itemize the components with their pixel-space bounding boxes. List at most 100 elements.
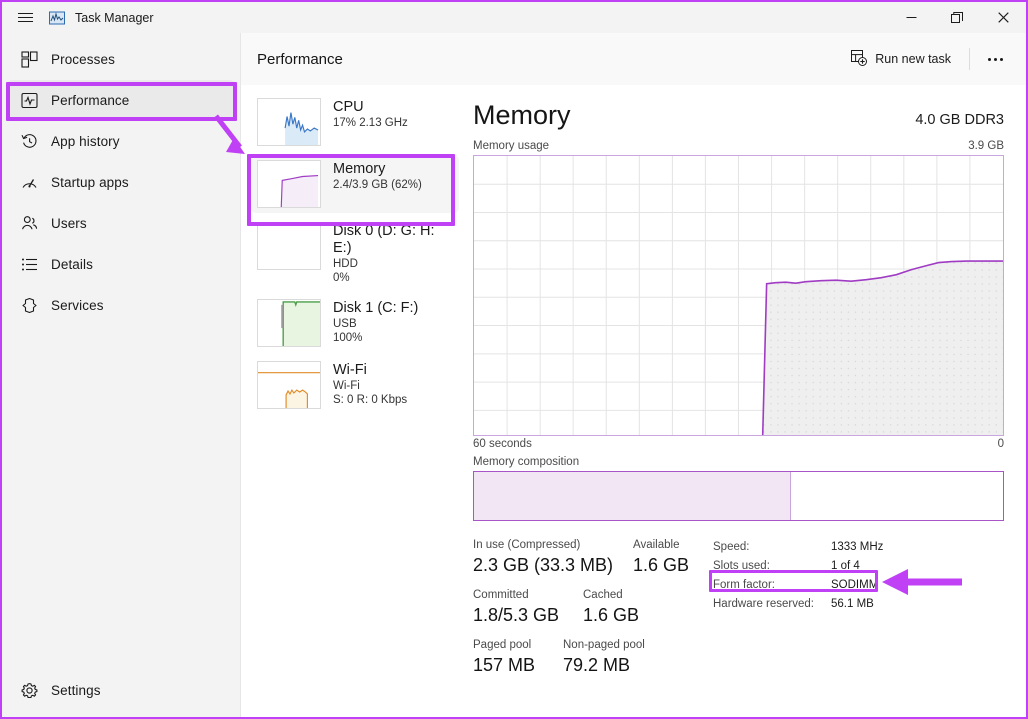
hamburger-menu-icon[interactable]: [2, 2, 48, 33]
sidebar-item-services[interactable]: Services: [7, 285, 235, 325]
resource-sub2: 100%: [333, 331, 418, 345]
resource-text: Disk 1 (C: F:) USB 100%: [333, 299, 418, 347]
services-icon: [7, 297, 51, 314]
window-body: Processes Performance: [2, 33, 1026, 717]
resource-item-memory[interactable]: Memory 2.4/3.9 GB (62%): [251, 155, 459, 213]
maximize-restore-icon[interactable]: [934, 2, 980, 33]
cpu-sparkline: [257, 98, 321, 146]
stat-in-use: In use (Compressed) 2.3 GB (33.3 MB): [473, 538, 633, 577]
stat-key: Form factor:: [713, 576, 831, 595]
resource-sub: USB: [333, 317, 418, 331]
memory-usage-label: Memory usage: [473, 140, 549, 152]
sidebar-item-users[interactable]: Users: [7, 203, 235, 243]
memory-composition-bar: [473, 471, 1004, 521]
memory-title: Memory: [473, 99, 571, 131]
users-icon: [7, 215, 51, 232]
stat-hardware-reserved: Hardware reserved: 56.1 MB: [713, 595, 883, 614]
stat-key: Hardware reserved:: [713, 595, 831, 614]
stat-value: 2.3 GB (33.3 MB): [473, 553, 633, 577]
resource-text: Wi-Fi Wi-Fi S: 0 R: 0 Kbps: [333, 361, 407, 409]
content-area: Performance: [240, 33, 1026, 717]
resource-name: Memory: [333, 161, 422, 178]
memory-stats-left: In use (Compressed) 2.3 GB (33.3 MB) Ava…: [473, 538, 709, 688]
resource-sub2: S: 0 R: 0 Kbps: [333, 393, 407, 407]
stats-row: Paged pool 157 MB Non-paged pool 79.2 MB: [473, 638, 709, 677]
disk0-sparkline: [257, 222, 321, 270]
stat-value: 1 of 4: [831, 557, 860, 576]
stat-cached: Cached 1.6 GB: [583, 588, 639, 627]
resource-item-disk1[interactable]: Disk 1 (C: F:) USB 100%: [251, 294, 459, 352]
stat-value: 79.2 MB: [563, 653, 645, 677]
memory-detail-pane: Memory 4.0 GB DDR3 Memory usage 3.9 GB: [459, 85, 1026, 717]
resource-name: Disk 0 (D: G: H: E:): [333, 223, 453, 257]
close-icon[interactable]: [980, 2, 1026, 33]
window-title: Task Manager: [75, 11, 154, 25]
resource-list: CPU 17% 2.13 GHz Memory: [241, 85, 459, 717]
resource-sub: 17% 2.13 GHz: [333, 116, 408, 130]
memory-usage-chart: [474, 156, 1003, 436]
resource-sub: HDD: [333, 257, 453, 271]
sidebar-item-performance[interactable]: Performance: [7, 80, 235, 120]
toolbar-divider: [969, 48, 970, 70]
content-toolbar: Performance: [241, 33, 1026, 85]
stat-value: 1.6 GB: [633, 553, 689, 577]
task-manager-icon: [48, 9, 66, 27]
resource-sub: Wi-Fi: [333, 379, 407, 393]
usage-labels: Memory usage 3.9 GB: [473, 140, 1004, 152]
run-new-task-button[interactable]: Run new task: [841, 43, 961, 75]
sidebar-item-label: Processes: [51, 52, 115, 67]
stat-value: SODIMM: [831, 576, 878, 595]
memory-usage-graph: [473, 155, 1004, 436]
more-options-icon[interactable]: [978, 43, 1012, 75]
memory-sparkline: [257, 160, 321, 208]
memory-stats-right: Speed: 1333 MHz Slots used: 1 of 4 Form …: [709, 538, 883, 688]
axis-label-right: 0: [998, 438, 1004, 450]
stat-value: 1.8/5.3 GB: [473, 603, 583, 627]
stat-value: 56.1 MB: [831, 595, 874, 614]
sidebar-item-details[interactable]: Details: [7, 244, 235, 284]
app-history-icon: [7, 133, 51, 150]
composition-used-segment: [474, 472, 791, 520]
resource-text: Disk 0 (D: G: H: E:) HDD 0%: [333, 222, 453, 285]
sidebar-item-app-history[interactable]: App history: [7, 121, 235, 161]
resource-sub: 2.4/3.9 GB (62%): [333, 178, 422, 192]
sidebar-item-label: Services: [51, 298, 104, 313]
stat-label: Available: [633, 538, 689, 553]
startup-apps-icon: [7, 174, 51, 191]
stat-speed: Speed: 1333 MHz: [713, 538, 883, 557]
resource-name: Disk 1 (C: F:): [333, 300, 418, 317]
task-manager-window: Task Manager: [0, 0, 1028, 719]
minimize-icon[interactable]: [888, 2, 934, 33]
stat-key: Slots used:: [713, 557, 831, 576]
resource-item-disk0[interactable]: Disk 0 (D: G: H: E:) HDD 0%: [251, 217, 459, 290]
disk1-sparkline: [257, 299, 321, 347]
sidebar-item-processes[interactable]: Processes: [7, 39, 235, 79]
sidebar-bottom: Settings: [2, 670, 240, 717]
resource-sub2: 0%: [333, 271, 453, 285]
resource-text: Memory 2.4/3.9 GB (62%): [333, 160, 422, 208]
sidebar-item-startup-apps[interactable]: Startup apps: [7, 162, 235, 202]
memory-stats: In use (Compressed) 2.3 GB (33.3 MB) Ava…: [473, 538, 1004, 688]
stat-available: Available 1.6 GB: [633, 538, 689, 577]
page-title: Performance: [257, 51, 343, 68]
stat-value: 1.6 GB: [583, 603, 639, 627]
stat-committed: Committed 1.8/5.3 GB: [473, 588, 583, 627]
sidebar-item-label: Performance: [51, 93, 129, 108]
resource-item-cpu[interactable]: CPU 17% 2.13 GHz: [251, 93, 459, 151]
stats-row: In use (Compressed) 2.3 GB (33.3 MB) Ava…: [473, 538, 709, 577]
title-bar: Task Manager: [2, 2, 1026, 33]
memory-header: Memory 4.0 GB DDR3: [473, 99, 1004, 131]
stat-value: 157 MB: [473, 653, 563, 677]
processes-icon: [7, 51, 51, 68]
resource-text: CPU 17% 2.13 GHz: [333, 98, 408, 146]
gear-icon: [7, 682, 51, 699]
resource-name: Wi-Fi: [333, 362, 407, 379]
sidebar-item-settings[interactable]: Settings: [7, 670, 235, 710]
stat-value: 1333 MHz: [831, 538, 883, 557]
stats-row: Committed 1.8/5.3 GB Cached 1.6 GB: [473, 588, 709, 627]
memory-usage-max: 3.9 GB: [968, 140, 1004, 152]
graph-axis-labels: 60 seconds 0: [473, 438, 1004, 450]
resource-item-wifi[interactable]: Wi-Fi Wi-Fi S: 0 R: 0 Kbps: [251, 356, 459, 414]
stat-form-factor: Form factor: SODIMM: [713, 576, 883, 595]
wifi-sparkline: [257, 361, 321, 409]
